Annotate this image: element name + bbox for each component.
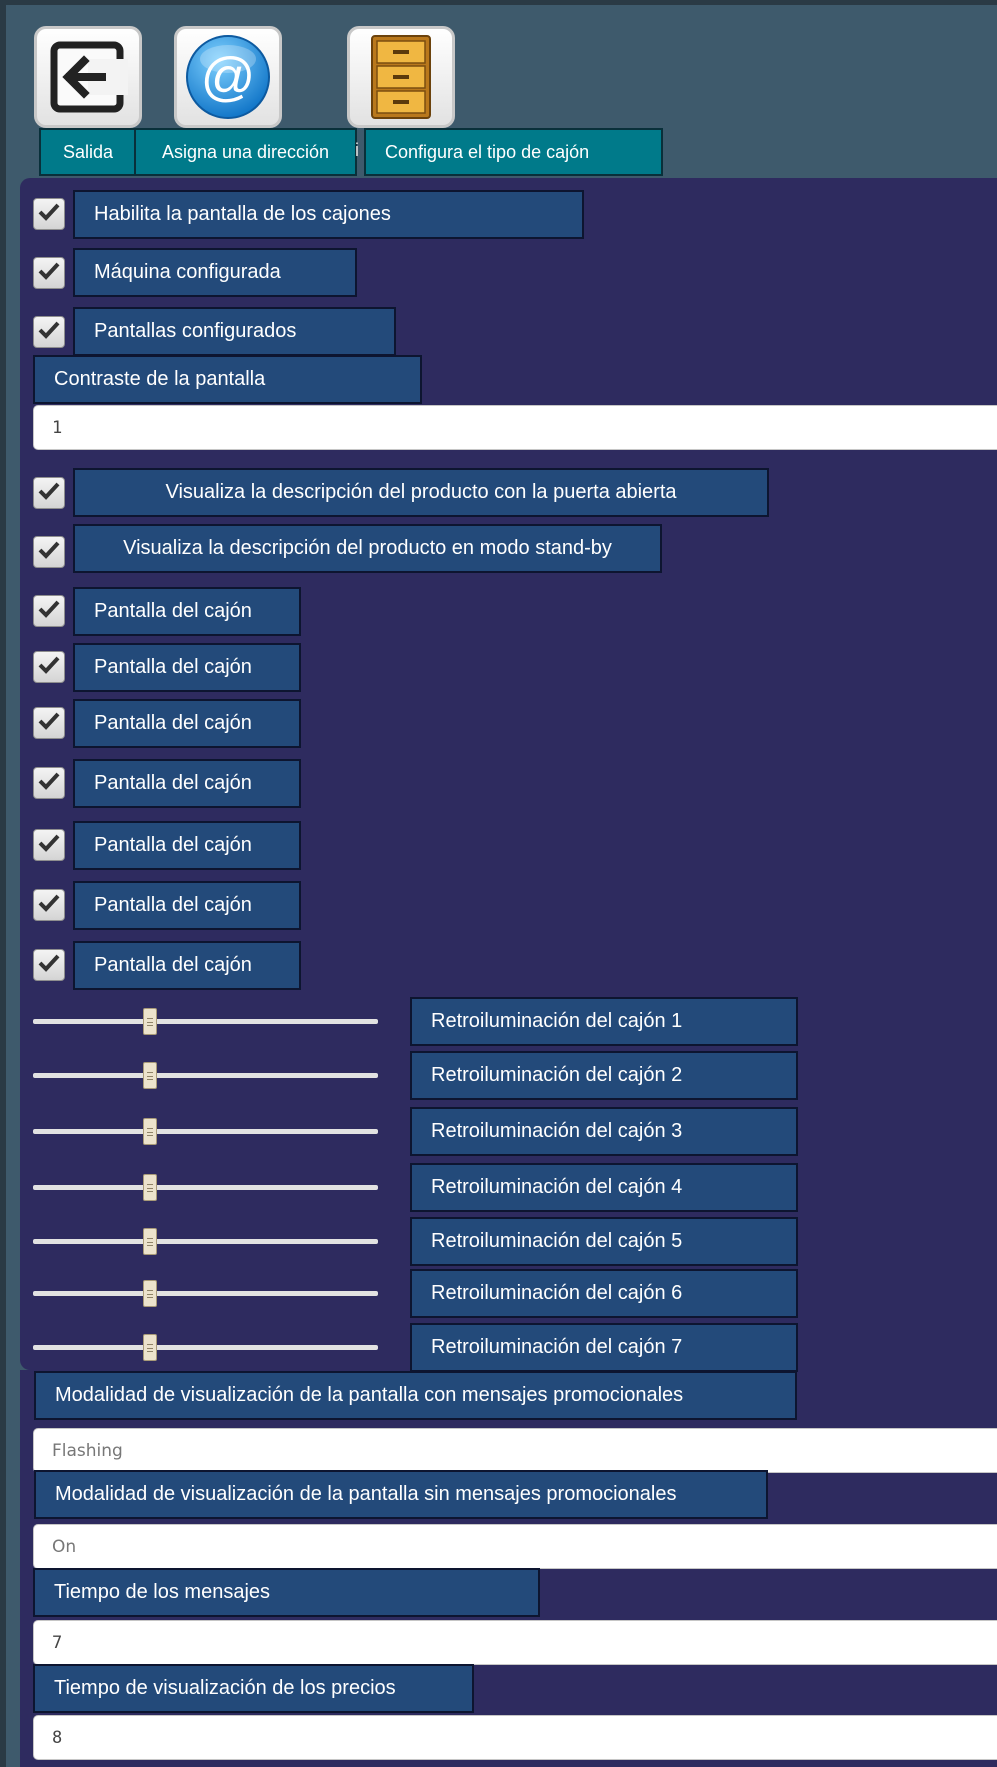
screen-contrast-input[interactable] <box>33 405 997 450</box>
at-sign-icon: @ <box>186 35 270 119</box>
drawer-screen-label: Pantalla del cajón <box>73 759 301 808</box>
drawer-screen-label: Pantalla del cajón <box>73 699 301 748</box>
drawer-screen-checkbox[interactable] <box>33 707 65 739</box>
slider-handle[interactable] <box>143 1118 158 1145</box>
backlight-slider[interactable] <box>33 1061 378 1091</box>
window-top-border <box>0 0 997 5</box>
backlight-slider[interactable] <box>33 1173 378 1203</box>
screen-contrast-label: Contraste de la pantalla <box>33 355 422 404</box>
message-time-label: Tiempo de los mensajes <box>33 1568 540 1617</box>
backlight-slider[interactable] <box>33 1007 378 1037</box>
drawer-type-label[interactable]: Configura el tipo de cajón <box>364 128 663 176</box>
message-time-input[interactable] <box>33 1620 997 1665</box>
svg-text:@: @ <box>201 47 256 107</box>
backlight-label: Retroiluminación del cajón 7 <box>410 1323 798 1372</box>
drawer-screen-checkbox[interactable] <box>33 651 65 683</box>
drawer-screen-label: Pantalla del cajón <box>73 821 301 870</box>
enable-drawer-screen-checkbox[interactable] <box>33 198 65 230</box>
price-time-label: Tiempo de visualización de los precios <box>33 1664 474 1713</box>
promo-mode-label: Modalidad de visualización de la pantall… <box>34 1371 797 1420</box>
drawer-screen-checkbox[interactable] <box>33 949 65 981</box>
backlight-label: Retroiluminación del cajón 2 <box>410 1051 798 1100</box>
checkmark-icon <box>38 953 60 978</box>
window-left-border <box>0 0 6 1767</box>
enable-drawer-screen-label: Habilita la pantalla de los cajones <box>73 190 584 239</box>
checkmark-icon <box>38 320 60 345</box>
exit-icon <box>50 41 128 113</box>
price-time-input[interactable] <box>33 1715 997 1760</box>
exit-button[interactable] <box>34 26 142 128</box>
checkmark-icon <box>38 540 60 565</box>
drawer-screen-checkbox[interactable] <box>33 767 65 799</box>
machine-configured-label: Máquina configurada <box>73 248 357 297</box>
backlight-label: Retroiluminación del cajón 6 <box>410 1269 798 1318</box>
checkmark-icon <box>38 833 60 858</box>
drawer-screen-label: Pantalla del cajón <box>73 881 301 930</box>
backlight-slider[interactable] <box>33 1117 378 1147</box>
drawer-screen-label: Pantalla del cajón <box>73 587 301 636</box>
backlight-slider[interactable] <box>33 1333 378 1363</box>
drawer-screen-checkbox[interactable] <box>33 829 65 861</box>
checkmark-icon <box>38 599 60 624</box>
backlight-label: Retroiluminación del cajón 3 <box>410 1107 798 1156</box>
exit-label[interactable]: Salida <box>39 128 137 176</box>
backlight-slider[interactable] <box>33 1279 378 1309</box>
drawer-screen-label: Pantalla del cajón <box>73 941 301 990</box>
machine-configured-checkbox[interactable] <box>33 257 65 289</box>
show-desc-door-open-label: Visualiza la descripción del producto co… <box>73 468 769 517</box>
show-desc-standby-checkbox[interactable] <box>33 536 65 568</box>
promo-mode-select[interactable] <box>33 1428 997 1473</box>
checkmark-icon <box>38 202 60 227</box>
slider-handle[interactable] <box>143 1280 158 1307</box>
drawer-screen-checkbox[interactable] <box>33 595 65 627</box>
address-button[interactable]: @ <box>174 26 282 128</box>
checkmark-icon <box>38 481 60 506</box>
drawer-screen-label: Pantalla del cajón <box>73 643 301 692</box>
checkmark-icon <box>38 771 60 796</box>
drawer-screen-checkbox[interactable] <box>33 889 65 921</box>
show-desc-standby-label: Visualiza la descripción del producto en… <box>73 524 662 573</box>
screens-configured-label: Pantallas configurados <box>73 307 396 356</box>
checkmark-icon <box>38 893 60 918</box>
address-label[interactable]: Asigna una dirección <box>134 128 357 176</box>
backlight-label: Retroiluminación del cajón 1 <box>410 997 798 1046</box>
toolbar-separator: i <box>355 140 359 160</box>
filing-cabinet-icon <box>371 35 431 119</box>
slider-handle[interactable] <box>143 1228 158 1255</box>
nopromo-mode-select[interactable] <box>33 1524 997 1569</box>
show-desc-door-open-checkbox[interactable] <box>33 477 65 509</box>
checkmark-icon <box>38 655 60 680</box>
slider-handle[interactable] <box>143 1062 158 1089</box>
slider-handle[interactable] <box>143 1334 158 1361</box>
checkmark-icon <box>38 261 60 286</box>
drawer-type-button[interactable] <box>347 26 455 128</box>
nopromo-mode-label: Modalidad de visualización de la pantall… <box>34 1470 768 1519</box>
backlight-label: Retroiluminación del cajón 4 <box>410 1163 798 1212</box>
backlight-slider[interactable] <box>33 1227 378 1257</box>
backlight-label: Retroiluminación del cajón 5 <box>410 1217 798 1266</box>
checkmark-icon <box>38 711 60 736</box>
screens-configured-checkbox[interactable] <box>33 316 65 348</box>
slider-handle[interactable] <box>143 1174 158 1201</box>
slider-handle[interactable] <box>143 1008 158 1035</box>
